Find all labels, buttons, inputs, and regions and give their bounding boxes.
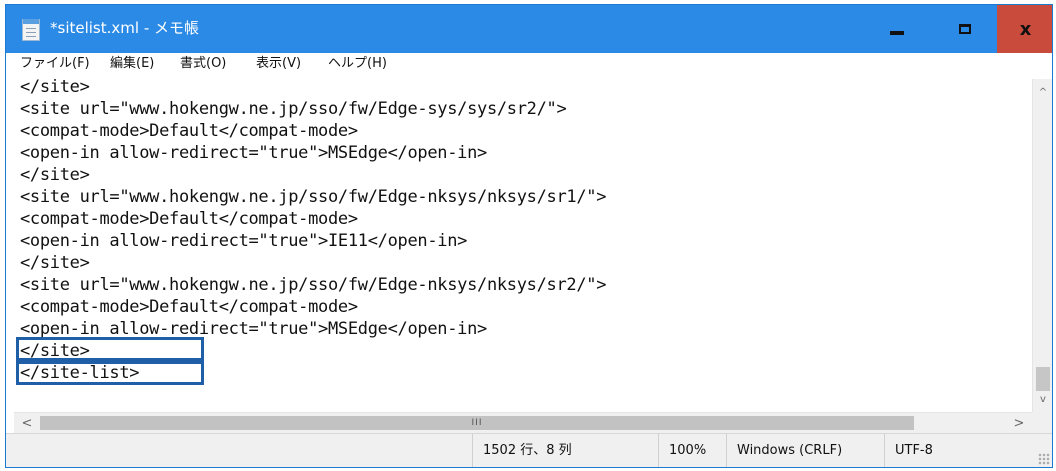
close-button[interactable]: x: [997, 5, 1052, 53]
highlight-box-site: [16, 337, 204, 361]
scrollbar-corner: [1032, 412, 1052, 433]
notepad-window: *sitelist.xml - メモ帳 x ファイル(F) 編集(E) 書式(O…: [5, 4, 1053, 468]
minimize-button[interactable]: [874, 5, 920, 53]
code-line: <open-in allow-redirect="true">IE11</ope…: [20, 231, 468, 251]
code-line: <compat-mode>Default</compat-mode>: [20, 297, 358, 317]
menu-format[interactable]: 書式(O): [180, 55, 226, 73]
menu-help[interactable]: ヘルプ(H): [328, 55, 387, 73]
title-bar[interactable]: *sitelist.xml - メモ帳 x: [6, 5, 1052, 53]
scroll-up-arrow-icon[interactable]: ^: [1033, 83, 1052, 101]
code-line: <open-in allow-redirect="true">MSEdge</o…: [20, 143, 487, 163]
vertical-scroll-thumb[interactable]: [1036, 367, 1050, 391]
notepad-icon: [22, 19, 40, 41]
status-encoding: UTF-8: [884, 434, 1052, 467]
code-line: <compat-mode>Default</compat-mode>: [20, 209, 358, 229]
status-line-ending: Windows (CRLF): [726, 434, 884, 467]
menu-bar: ファイル(F) 編集(E) 書式(O) 表示(V) ヘルプ(H): [6, 53, 1052, 75]
code-line: <compat-mode>Default</compat-mode>: [20, 121, 358, 141]
window-title: *sitelist.xml - メモ帳: [50, 19, 199, 37]
horizontal-scroll-thumb[interactable]: III: [40, 416, 914, 430]
code-line: <site url="www.hokengw.ne.jp/sso/fw/Edge…: [20, 275, 607, 295]
code-line: </site>: [20, 253, 90, 273]
status-position: 1502 行、8 列: [472, 434, 658, 467]
close-icon: x: [1019, 18, 1032, 40]
highlight-box-site-list: [16, 361, 204, 385]
code-line: </site>: [20, 79, 90, 97]
vertical-scrollbar[interactable]: ^ v: [1032, 79, 1052, 412]
code-line: <site url="www.hokengw.ne.jp/sso/fw/Edge…: [20, 187, 607, 207]
maximize-button[interactable]: [935, 5, 995, 53]
code-line: </site>: [20, 165, 90, 185]
scroll-left-arrow-icon[interactable]: <: [18, 413, 36, 433]
text-editor[interactable]: </site> <site url="www.hokengw.ne.jp/sso…: [14, 79, 1032, 412]
resize-grip-icon[interactable]: [1038, 453, 1050, 465]
scroll-right-arrow-icon[interactable]: >: [1010, 413, 1028, 433]
minimize-icon: [890, 31, 904, 35]
scroll-down-arrow-icon[interactable]: v: [1033, 390, 1052, 408]
horizontal-scrollbar[interactable]: < III >: [14, 412, 1032, 433]
grip-icon: III: [471, 418, 483, 428]
status-bar: 1502 行、8 列 100% Windows (CRLF) UTF-8: [6, 433, 1052, 467]
code-line: <site url="www.hokengw.ne.jp/sso/fw/Edge…: [20, 99, 567, 119]
menu-view[interactable]: 表示(V): [256, 55, 301, 73]
maximize-icon: [959, 24, 971, 34]
menu-file[interactable]: ファイル(F): [20, 55, 90, 73]
status-zoom: 100%: [658, 434, 726, 467]
menu-edit[interactable]: 編集(E): [110, 55, 154, 73]
